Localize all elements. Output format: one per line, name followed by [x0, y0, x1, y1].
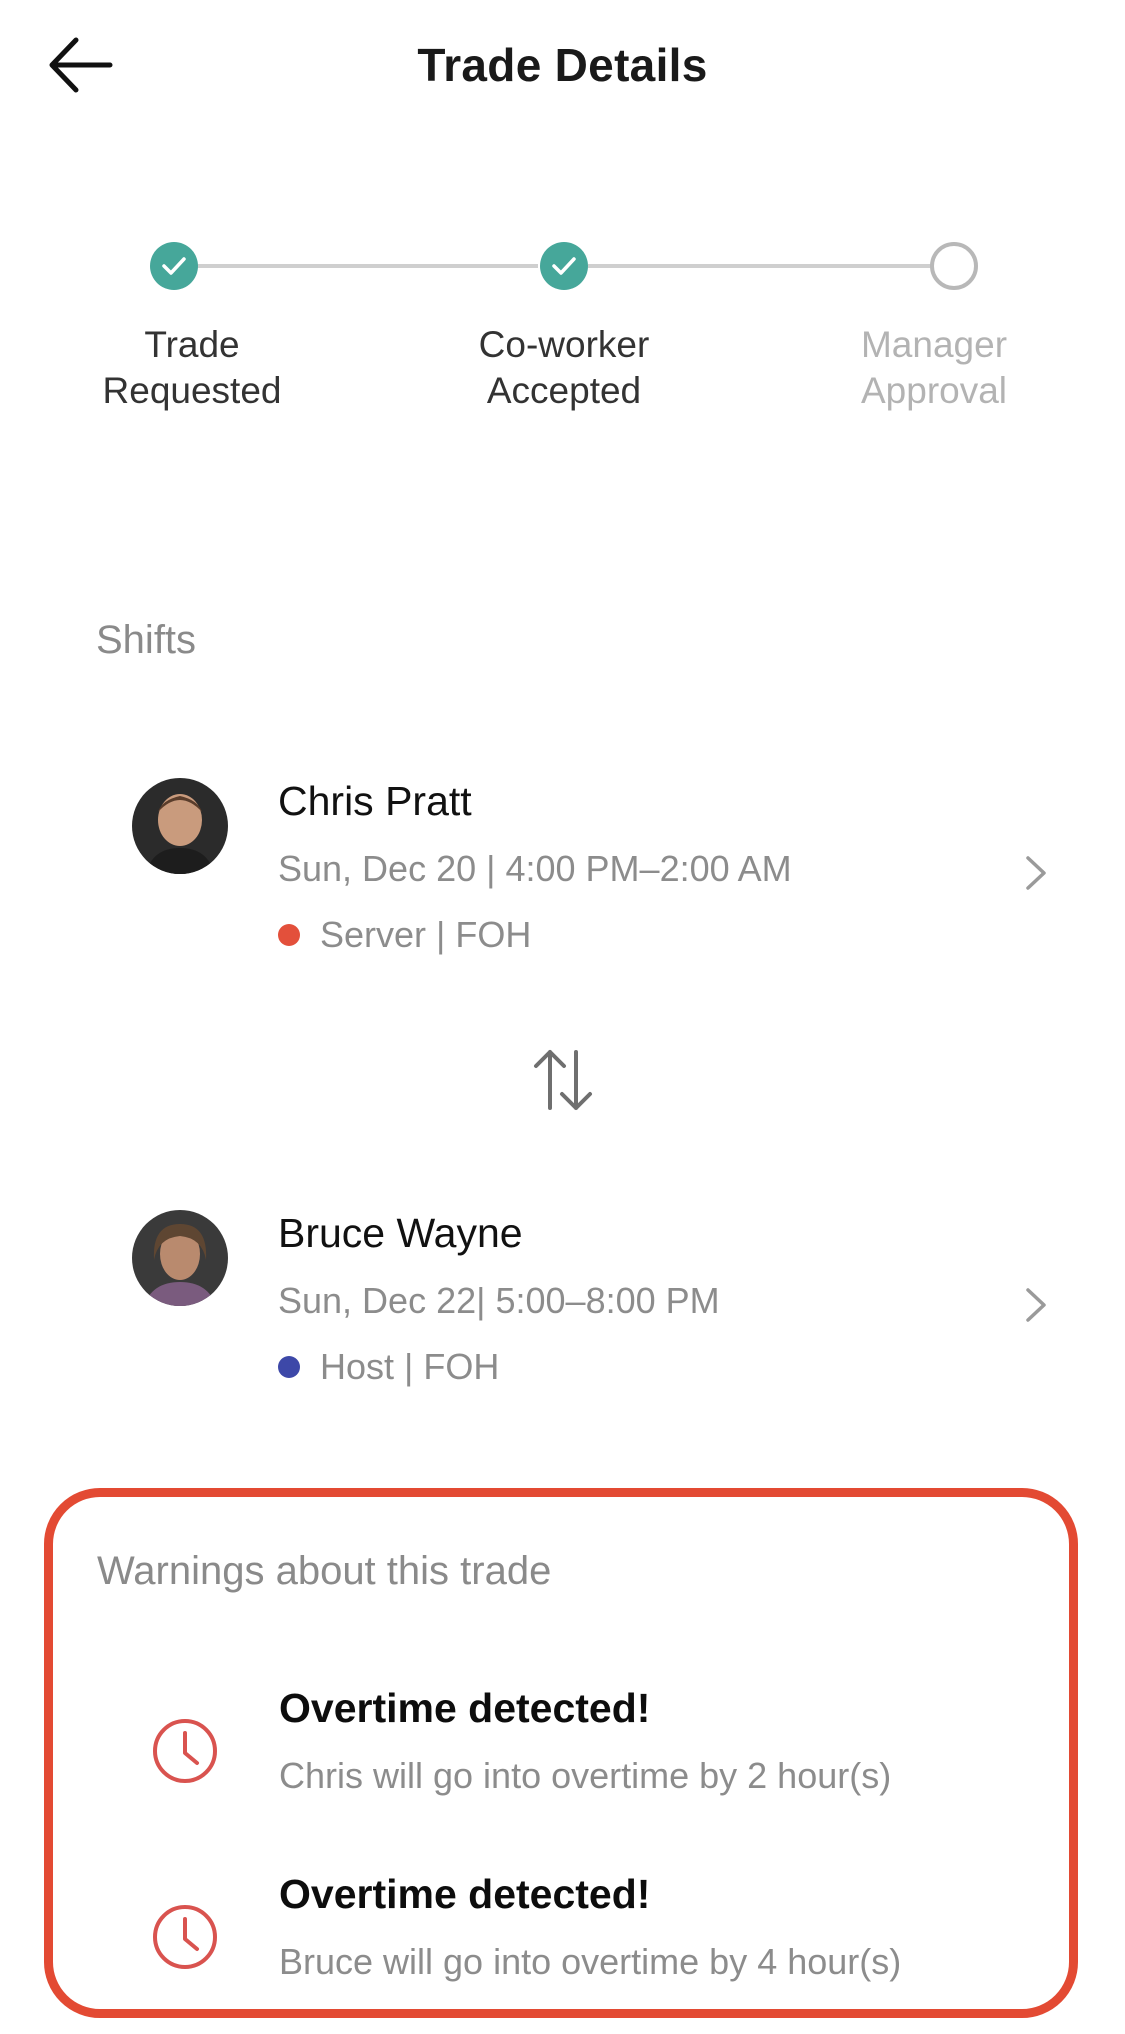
chevron-right-icon [1026, 1288, 1046, 1322]
warning-item: Overtime detected! Bruce will go into ov… [53, 1871, 1069, 2011]
shift-time: Sun, Dec 22| 5:00–8:00 PM [278, 1280, 720, 1321]
step-complete-indicator [540, 242, 588, 290]
warnings-panel: Warnings about this trade Overtime detec… [44, 1488, 1078, 2018]
warning-description: Chris will go into overtime by 2 hour(s) [279, 1755, 892, 1796]
check-icon [162, 257, 186, 275]
shift-time: Sun, Dec 20 | 4:00 PM–2:00 AM [278, 848, 792, 889]
shifts-section-label: Shifts [96, 618, 197, 662]
warning-title: Overtime detected! [279, 1871, 651, 1917]
step-pending-indicator [930, 242, 978, 290]
step-label-manager-approval: Manager Approval [860, 324, 1008, 411]
step-complete-indicator [150, 242, 198, 290]
header: Trade Details [0, 0, 1125, 140]
warning-description: Bruce will go into overtime by 4 hour(s) [279, 1941, 902, 1982]
chevron-right-icon [1026, 856, 1046, 890]
trade-progress-stepper: Trade Requested Co-worker Accepted Manager… [0, 230, 1125, 440]
shift-role: Host | FOH [278, 1346, 499, 1388]
step-connector [184, 264, 538, 268]
step-label-coworker-accepted: Co-worker Accepted [478, 324, 650, 411]
check-icon [552, 257, 576, 275]
step-label-trade-requested: Trade Requested [102, 324, 282, 411]
warning-item: Overtime detected! Chris will go into ov… [53, 1685, 1069, 1825]
role-color-dot [278, 1356, 300, 1378]
shift-role: Server | FOH [278, 914, 531, 956]
avatar [132, 1210, 228, 1306]
step-connector [588, 264, 940, 268]
warning-title: Overtime detected! [279, 1685, 651, 1731]
shift-card-chris-pratt[interactable]: Chris Pratt Sun, Dec 20 | 4:00 PM–2:00 A… [96, 778, 1056, 978]
shift-employee-name: Bruce Wayne [278, 1210, 523, 1256]
page-title: Trade Details [417, 39, 708, 91]
shift-employee-name: Chris Pratt [278, 778, 472, 824]
shift-role-label: Server | FOH [320, 914, 532, 955]
clock-icon [153, 1719, 217, 1783]
shift-role-label: Host | FOH [320, 1346, 500, 1387]
avatar [132, 778, 228, 874]
warnings-section-label: Warnings about this trade [97, 1549, 552, 1593]
shift-card-bruce-wayne[interactable]: Bruce Wayne Sun, Dec 22| 5:00–8:00 PM Ho… [96, 1210, 1056, 1410]
swap-icon [534, 1050, 592, 1110]
role-color-dot [278, 924, 300, 946]
clock-icon [153, 1905, 217, 1969]
